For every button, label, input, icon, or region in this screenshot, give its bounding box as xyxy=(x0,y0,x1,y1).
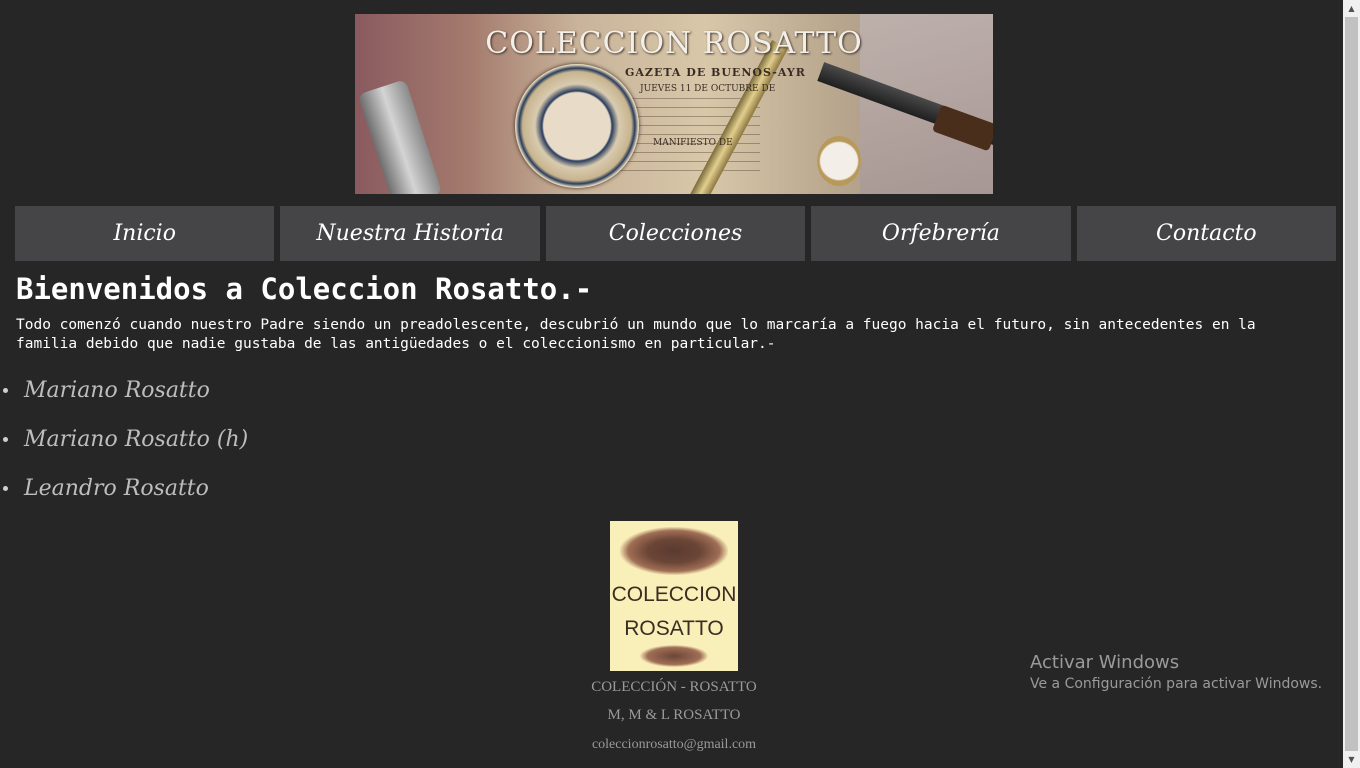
banner-manifiesto-text: MANIFIESTO DE xyxy=(653,138,733,148)
member-name: Leandro Rosatto xyxy=(24,476,209,501)
vertical-scrollbar[interactable]: ▲ ▼ xyxy=(1343,0,1360,768)
header-banner-image: COLECCION ROSATTO GAZETA DE BUENOS-AYR J… xyxy=(355,14,993,194)
scroll-down-icon[interactable]: ▼ xyxy=(1343,751,1360,768)
footer-line2: M, M & L ROSATTO xyxy=(607,707,741,723)
bullet-icon xyxy=(3,437,8,442)
logo-text-line2: ROSATTO xyxy=(624,617,724,640)
windows-activation-subtitle: Ve a Configuración para activar Windows. xyxy=(1030,676,1323,692)
member-name: Mariano Rosatto (h) xyxy=(24,427,249,452)
list-item: Mariano Rosatto (h) xyxy=(0,415,248,464)
knife-handle-image xyxy=(357,79,443,194)
nav-contacto[interactable]: Contacto xyxy=(1076,206,1337,261)
page-heading: Bienvenidos a Coleccion Rosatto.- xyxy=(16,272,593,306)
ornament-icon xyxy=(620,527,728,575)
nav-orfebreria[interactable]: Orfebrería xyxy=(811,206,1071,261)
list-item: Leandro Rosatto xyxy=(0,464,248,513)
intro-paragraph: Todo comenzó cuando nuestro Padre siendo… xyxy=(16,317,1256,352)
bullet-icon xyxy=(3,486,8,491)
banner-newspaper-date: JUEVES 11 DE OCTUBRE DE xyxy=(640,84,776,94)
bullet-icon xyxy=(3,388,8,393)
banner-newspaper-title: GAZETA DE BUENOS-AYR xyxy=(625,66,806,79)
members-list: Mariano Rosatto Mariano Rosatto (h) Lean… xyxy=(0,366,248,513)
scrollbar-thumb[interactable] xyxy=(1345,17,1358,751)
list-item: Mariano Rosatto xyxy=(0,366,248,415)
footer-email: coleccionrosatto@gmail.com xyxy=(591,737,757,752)
banner-title: COLECCION ROSATTO xyxy=(485,26,863,61)
windows-activation-title: Activar Windows xyxy=(1030,652,1180,673)
nav-nuestra-historia[interactable]: Nuestra Historia xyxy=(280,206,540,261)
scroll-up-icon[interactable]: ▲ xyxy=(1343,0,1360,17)
page: COLECCION ROSATTO GAZETA DE BUENOS-AYR J… xyxy=(0,0,1343,768)
member-name: Mariano Rosatto xyxy=(24,378,210,403)
portrait-medallion-image xyxy=(515,64,639,188)
pocket-watch-image xyxy=(817,136,861,186)
footer-logo: COLECCION ROSATTO xyxy=(610,521,738,671)
nav-colecciones[interactable]: Colecciones xyxy=(545,206,806,261)
logo-text-line1: COLECCION xyxy=(611,583,737,606)
nav-inicio[interactable]: Inicio xyxy=(15,206,275,261)
ornament-bottom-icon xyxy=(640,645,708,667)
main-nav: Inicio Nuestra Historia Colecciones Orfe… xyxy=(15,206,1337,261)
